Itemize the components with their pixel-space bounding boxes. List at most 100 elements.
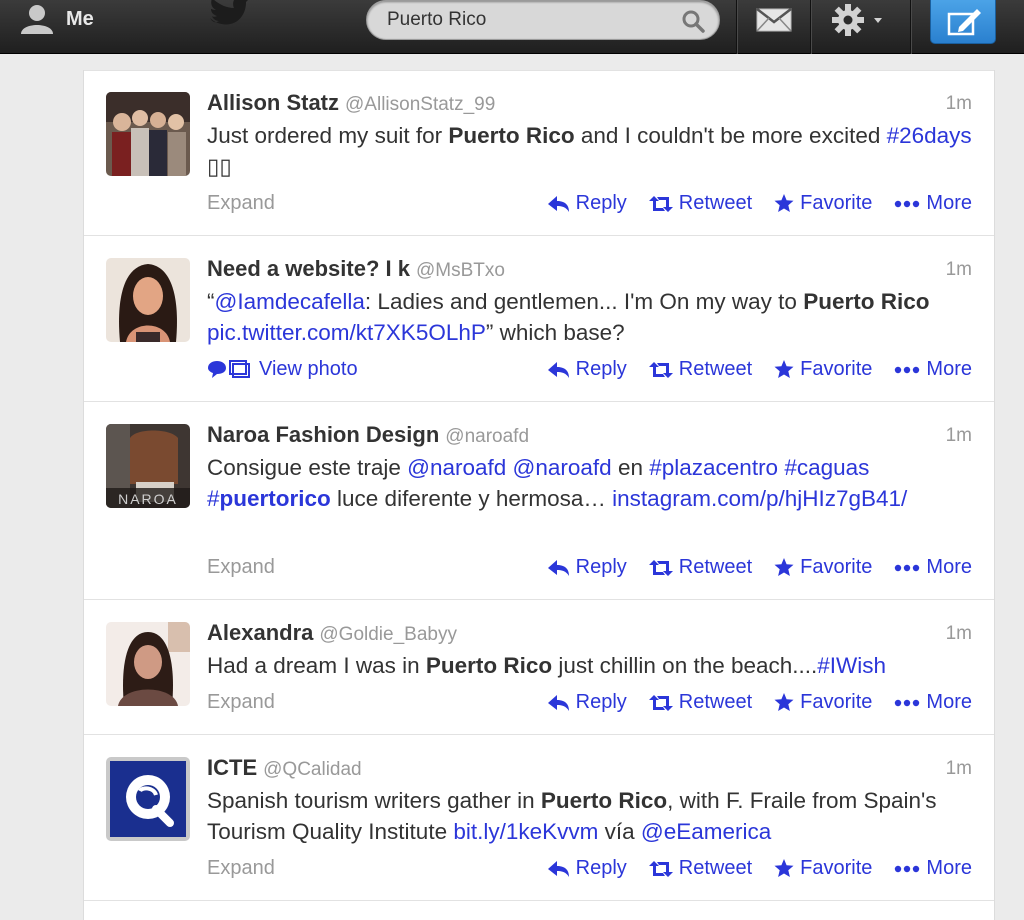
tweet-author-name[interactable]: Naroa Fashion Design: [207, 422, 439, 447]
reply-button[interactable]: Reply: [547, 192, 627, 215]
tweet-text-fragment: ” which base?: [485, 320, 625, 345]
search-input[interactable]: [387, 7, 667, 33]
tweet-author-handle[interactable]: @QCalidad: [263, 759, 362, 780]
compose-icon: [947, 9, 981, 36]
retweet-button[interactable]: Retweet: [648, 857, 752, 880]
tweet-link[interactable]: puertorico: [220, 486, 331, 511]
tweet-link[interactable]: #caguas: [784, 455, 869, 480]
favorite-button[interactable]: Favorite: [774, 556, 872, 579]
tweet-link[interactable]: @naroafd: [513, 455, 612, 480]
more-button[interactable]: More: [894, 691, 972, 714]
tweet-item[interactable]: Allison Statz @AllisonStatz_99 1m Just or…: [84, 70, 994, 236]
tweet-text: Consigue este traje @naroafd @naroafd en…: [207, 452, 977, 514]
tweet-actions: Reply Retweet Favorite More: [526, 556, 972, 579]
twitter-bird-icon[interactable]: [204, 0, 252, 30]
retweet-button[interactable]: Retweet: [648, 358, 752, 381]
tweet-author-handle[interactable]: @Goldie_Babyy: [319, 624, 457, 645]
more-button[interactable]: More: [894, 857, 972, 880]
expand-link[interactable]: Expand: [207, 857, 275, 880]
reply-button[interactable]: Reply: [547, 556, 627, 579]
favorite-button[interactable]: Favorite: [774, 857, 872, 880]
tweet-link[interactable]: bit.ly/1keKvvm: [453, 819, 598, 844]
favorite-button[interactable]: Favorite: [774, 192, 872, 215]
more-button[interactable]: More: [894, 556, 972, 579]
reply-button[interactable]: Reply: [547, 857, 627, 880]
retweet-label: Retweet: [678, 691, 753, 713]
view-photo-link[interactable]: View photo: [207, 358, 358, 381]
tweet-author-name[interactable]: ICTE: [207, 755, 257, 780]
tweet-author-handle[interactable]: @AllisonStatz_99: [345, 94, 495, 115]
divider: [736, 0, 737, 54]
tweet-link[interactable]: #IWish: [817, 653, 886, 678]
gear-icon[interactable]: [828, 2, 892, 36]
tweet-actions: Reply Retweet Favorite More: [526, 358, 972, 381]
tweet-link[interactable]: #26days: [887, 123, 972, 148]
tweet-text-fragment: ▯▯: [207, 154, 232, 179]
expand-link[interactable]: Expand: [207, 556, 275, 579]
tweet-text-fragment: Spanish tourism writers gather in: [207, 788, 541, 813]
highlighted-term: Puerto Rico: [803, 289, 930, 314]
tweet-author-name[interactable]: Alexandra: [207, 620, 313, 645]
photo-icon: [208, 359, 250, 378]
divider: [910, 0, 911, 54]
reply-icon: [547, 860, 569, 877]
reply-button[interactable]: Reply: [547, 358, 627, 381]
tweet-footer: Expand Reply Retweet Favorite More: [207, 689, 972, 717]
mail-icon[interactable]: [754, 6, 794, 34]
tweet-link[interactable]: @Iamdecafella: [215, 289, 365, 314]
tweet-link[interactable]: #plazacentro: [649, 455, 778, 480]
reply-label: Reply: [575, 192, 627, 214]
tweet-link[interactable]: instagram.com/p/hjHIz7gB41/: [612, 486, 907, 511]
expand-link[interactable]: Expand: [207, 691, 275, 714]
tweet-author-name[interactable]: Allison Statz: [207, 90, 339, 115]
view-photo-label: View photo: [259, 358, 358, 380]
star-icon: [774, 360, 794, 378]
highlighted-term: Puerto Rico: [448, 123, 575, 148]
more-button[interactable]: More: [894, 192, 972, 215]
expand-link[interactable]: Expand: [207, 192, 275, 215]
tweet-link[interactable]: pic.twitter.com/kt7XK5OLhP: [207, 320, 486, 345]
retweet-button[interactable]: Retweet: [648, 192, 753, 215]
avatar[interactable]: [106, 622, 190, 706]
tweet-timestamp[interactable]: 1m: [946, 259, 972, 281]
avatar[interactable]: [106, 757, 190, 841]
tweet-timestamp[interactable]: 1m: [946, 623, 972, 645]
tweet-link[interactable]: @naroafd: [407, 455, 506, 480]
more-dots-icon: [895, 200, 920, 207]
tweet-timestamp[interactable]: 1m: [946, 93, 972, 115]
tweet-timestamp[interactable]: 1m: [946, 425, 972, 447]
reply-button[interactable]: Reply: [547, 691, 627, 714]
retweet-icon: [648, 361, 673, 378]
star-icon: [774, 859, 794, 877]
tweet-author-name[interactable]: Need a website? I k: [207, 256, 410, 281]
tweet-item[interactable]: ICTE @QCalidad 1m Spanish tourism writers…: [84, 735, 994, 901]
favorite-button[interactable]: Favorite: [774, 358, 872, 381]
tweet-item[interactable]: Alexandra @Goldie_Babyy 1m Had a dream I …: [84, 600, 994, 735]
tweet-item[interactable]: NAROA Naroa Fashion Design @naroafd 1m Co…: [84, 402, 994, 600]
search-icon[interactable]: [681, 9, 705, 33]
svg-text:NAROA: NAROA: [118, 491, 178, 507]
reply-label: Reply: [575, 691, 627, 713]
avatar[interactable]: [106, 92, 190, 176]
tweet-link[interactable]: #: [207, 486, 220, 511]
retweet-label: Retweet: [678, 192, 753, 214]
reply-icon: [547, 559, 569, 576]
compose-tweet-button[interactable]: [930, 0, 996, 44]
tweet-text: Spanish tourism writers gather in Puerto…: [207, 785, 977, 847]
tweet-author-handle[interactable]: @MsBTxo: [416, 260, 505, 281]
tweet-timestamp[interactable]: 1m: [946, 758, 972, 780]
favorite-button[interactable]: Favorite: [774, 691, 872, 714]
tweet-link[interactable]: @eEamerica: [641, 819, 771, 844]
tweet-text-fragment: just chillin on the beach....: [552, 653, 818, 678]
favorite-label: Favorite: [800, 556, 873, 578]
retweet-button[interactable]: Retweet: [648, 556, 752, 579]
tweet-item[interactable]: Need a website? I k @MsBTxo 1m “@Iamdecaf…: [84, 236, 994, 402]
avatar[interactable]: NAROA: [106, 424, 190, 508]
avatar[interactable]: [106, 258, 190, 342]
me-link[interactable]: Me: [18, 4, 94, 34]
retweet-button[interactable]: Retweet: [648, 691, 753, 714]
more-button[interactable]: More: [894, 358, 972, 381]
more-label: More: [926, 358, 972, 380]
reply-icon: [547, 694, 569, 711]
tweet-author-handle[interactable]: @naroafd: [445, 426, 529, 447]
